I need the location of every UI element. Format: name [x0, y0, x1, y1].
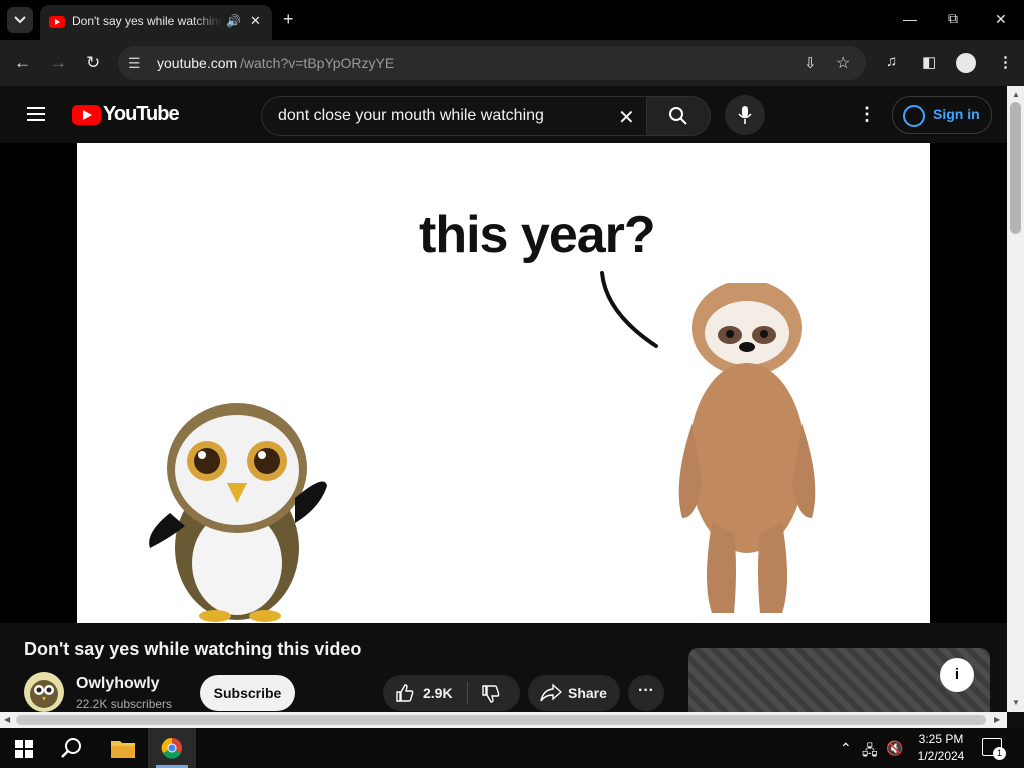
- taskbar-clock[interactable]: 3:25 PM 1/2/2024: [914, 731, 968, 765]
- speech-line-graphic: [600, 271, 658, 348]
- youtube-favicon-icon: [49, 16, 65, 28]
- chevron-down-icon: [14, 16, 26, 24]
- browser-tab-strip: Don't say yes while watching 🔊 ✕ + — ⧉ ✕: [0, 0, 1024, 40]
- install-app-icon[interactable]: ⇩: [804, 54, 817, 72]
- thumbs-up-icon[interactable]: [395, 683, 415, 703]
- share-label: Share: [568, 685, 607, 701]
- sign-in-label: Sign in: [933, 106, 980, 122]
- file-explorer-icon[interactable]: [111, 738, 135, 758]
- network-icon[interactable]: 🖧: [862, 740, 878, 764]
- horizontal-scroll-thumb[interactable]: [16, 715, 986, 725]
- like-dislike-group: 2.9K: [383, 675, 520, 711]
- bookmark-star-icon[interactable]: ☆: [836, 53, 850, 73]
- vertical-scroll-thumb[interactable]: [1010, 102, 1021, 234]
- scroll-up-arrow-icon[interactable]: ▲: [1012, 90, 1020, 99]
- minimize-icon[interactable]: —: [903, 11, 917, 27]
- channel-name[interactable]: Owlyhowly: [76, 675, 160, 693]
- clear-search-icon[interactable]: ✕: [618, 105, 635, 130]
- video-frame[interactable]: this year?: [77, 143, 930, 623]
- forward-icon[interactable]: →: [50, 53, 67, 73]
- browser-tab-active[interactable]: Don't say yes while watching 🔊 ✕: [40, 5, 272, 40]
- youtube-logo-icon[interactable]: [72, 105, 101, 125]
- clock-date: 1/2/2024: [917, 749, 965, 763]
- chrome-menu-icon[interactable]: ⋮: [998, 53, 1013, 71]
- url-path: /watch?v=tBpYpORzyYE: [240, 55, 395, 71]
- share-button[interactable]: Share: [528, 675, 620, 711]
- chrome-taskbar-button[interactable]: [148, 728, 196, 768]
- owl-plush-image: [149, 403, 327, 622]
- video-title: Don't say yes while watching this video: [24, 639, 362, 659]
- clock-time: 3:25 PM: [918, 732, 964, 746]
- scroll-down-arrow-icon[interactable]: ▼: [1012, 698, 1020, 707]
- search-input[interactable]: dont close your mouth while watching ✕: [261, 96, 646, 136]
- speaker-icon[interactable]: 🔊: [226, 14, 241, 28]
- windows-taskbar: ⌃ 🖧 🔇 3:25 PM 1/2/2024 1: [0, 728, 1024, 768]
- address-bar[interactable]: ☰ youtube.com /watch?v=tBpYpORzyYE ⇩ ☆: [118, 46, 866, 80]
- search-button[interactable]: [646, 96, 711, 136]
- notification-count: 1: [993, 747, 1006, 760]
- restore-icon[interactable]: ⧉: [948, 10, 958, 27]
- account-icon: [903, 105, 925, 127]
- subscribe-button[interactable]: Subscribe: [200, 675, 295, 711]
- channel-avatar[interactable]: [24, 672, 64, 712]
- url-host: youtube.com: [157, 55, 238, 71]
- taskbar-search-icon[interactable]: [61, 737, 83, 759]
- new-tab-button[interactable]: +: [283, 9, 294, 30]
- like-divider: [467, 682, 468, 704]
- more-actions-button[interactable]: ···: [628, 675, 664, 711]
- notification-center-icon[interactable]: 1: [982, 738, 1006, 760]
- like-count[interactable]: 2.9K: [423, 685, 453, 701]
- hidden-icons-chevron-icon[interactable]: ⌃: [840, 740, 852, 757]
- volume-muted-icon[interactable]: 🔇: [886, 740, 903, 757]
- close-tab-icon[interactable]: ✕: [250, 13, 261, 29]
- window-close-icon[interactable]: ✕: [995, 11, 1007, 28]
- profile-avatar-icon[interactable]: [956, 53, 976, 73]
- settings-more-icon[interactable]: ⋮: [858, 104, 876, 125]
- windows-start-icon[interactable]: [15, 740, 33, 758]
- chrome-icon: [161, 737, 182, 759]
- tab-search-button[interactable]: [7, 7, 33, 33]
- sloth-plush-image: [678, 283, 816, 613]
- browser-toolbar: ← → ↻ ☰ youtube.com /watch?v=tBpYpORzyYE…: [0, 40, 1024, 86]
- ad-panel[interactable]: i: [688, 648, 990, 712]
- thumbs-down-icon[interactable]: [481, 684, 501, 704]
- youtube-wordmark[interactable]: YouTube: [103, 103, 180, 126]
- info-icon[interactable]: i: [940, 658, 974, 692]
- voice-search-button[interactable]: [725, 95, 765, 135]
- reload-icon[interactable]: ↻: [86, 53, 100, 73]
- microphone-icon: [738, 106, 752, 124]
- scroll-right-arrow-icon[interactable]: ▶: [994, 715, 1000, 724]
- subscriber-count: 22.2K subscribers: [76, 697, 173, 711]
- back-icon[interactable]: ←: [14, 53, 31, 73]
- tab-title: Don't say yes while watching: [72, 14, 222, 28]
- media-control-icon[interactable]: ♫: [886, 53, 897, 70]
- sign-in-button[interactable]: Sign in: [892, 96, 992, 134]
- search-icon: [669, 107, 687, 125]
- share-icon: [540, 683, 562, 702]
- video-frame-caption: this year?: [419, 206, 656, 264]
- hamburger-menu-icon[interactable]: [27, 107, 45, 125]
- scroll-left-arrow-icon[interactable]: ◀: [4, 715, 10, 724]
- site-info-icon[interactable]: ☰: [128, 55, 141, 72]
- owl-avatar-icon: [30, 680, 58, 708]
- youtube-header: YouTube dont close your mouth while watc…: [0, 86, 1007, 143]
- side-panel-icon[interactable]: ◧: [922, 53, 936, 71]
- search-query: dont close your mouth while watching: [278, 107, 544, 124]
